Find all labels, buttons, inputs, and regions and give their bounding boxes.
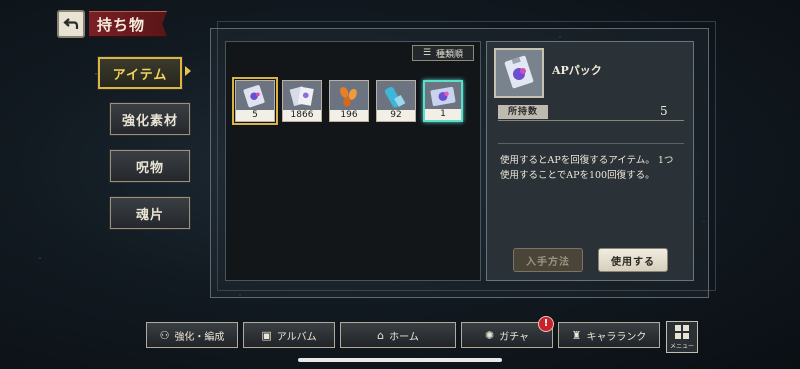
album-icon: ▣ [261,328,272,342]
orange-petals-icon [340,87,357,107]
bottom-nav-album[interactable]: ▣ アルバム [243,322,335,348]
divider [498,120,684,121]
nav-tab-items[interactable]: アイテム [97,56,183,90]
nav-tab-label: 魂片 [135,207,164,223]
sort-button[interactable]: ☰ 種類順 [412,45,474,61]
rare-pack-icon [430,86,456,107]
bottom-nav-label: キャラランク [586,331,647,343]
party-icon: ⚇ [159,328,170,342]
nav-tab-label: 強化素材 [121,113,178,129]
selected-item-name: APパック [552,64,602,77]
bottom-nav-label: アルバム [276,331,317,343]
use-button[interactable]: 使用する [598,248,668,272]
menu-button[interactable]: メニュー [666,321,698,353]
item-slot-bottle[interactable]: 92 [376,80,416,122]
menu-label: メニュー [669,342,694,350]
bottom-nav-home[interactable]: ⌂ ホーム [340,322,456,348]
rank-icon: ♜ [571,328,582,342]
gacha-notification-badge: ! [538,316,554,332]
divider [498,143,684,144]
item-grid-panel [225,41,481,281]
page-title: 持ち物 [89,11,167,37]
item-count: 196 [330,110,368,121]
bottom-nav-label: 強化・編成 [174,331,225,343]
item-slot-petals[interactable]: 196 [329,80,369,122]
active-tab-arrow-icon [185,66,191,76]
bottom-nav-character-rank[interactable]: ♜ キャラランク [558,322,660,348]
selected-item-image [494,48,544,98]
item-slot-ap-pack[interactable]: 5 [232,77,278,125]
item-count: 1 [425,109,461,120]
ap-pack-icon [243,85,265,108]
nav-tab-label: 呪物 [135,160,164,176]
acquisition-method-button[interactable]: 入手方法 [513,248,583,272]
sort-label: 種類順 [436,49,464,60]
item-count: 5 [236,110,274,121]
back-button[interactable] [57,10,85,38]
gacha-icon: ✺ [484,328,495,342]
nav-tab-curses[interactable]: 呪物 [109,149,191,183]
item-slot-rare-pack[interactable]: 1 [423,80,463,122]
item-count: 1866 [283,110,321,121]
menu-grid-icon [675,324,689,339]
sort-icon: ☰ [422,48,432,58]
back-arrow-icon [63,18,79,29]
quantity-value: 5 [660,104,668,118]
nav-tab-materials[interactable]: 強化素材 [109,102,191,136]
cards-icon [289,86,314,107]
nav-tab-soul-fragments[interactable]: 魂片 [109,196,191,230]
bottom-nav-label: ガチャ [499,331,530,343]
nav-tab-label: アイテム [112,67,168,83]
item-slot-cards[interactable]: 1866 [282,80,322,122]
quantity-label: 所持数 [498,105,548,119]
bottom-nav-enhance-formation[interactable]: ⚇ 強化・編成 [146,322,238,348]
home-icon: ⌂ [377,328,385,342]
bottom-nav-label: ホーム [389,331,419,343]
item-count: 92 [377,110,415,121]
ap-pack-large-icon [504,55,534,89]
cyan-bottle-icon [384,86,406,108]
item-description: 使用するとAPを回復するアイテム。 1つ使用することでAPを100回復する。 [500,155,674,181]
home-indicator[interactable] [298,358,502,362]
